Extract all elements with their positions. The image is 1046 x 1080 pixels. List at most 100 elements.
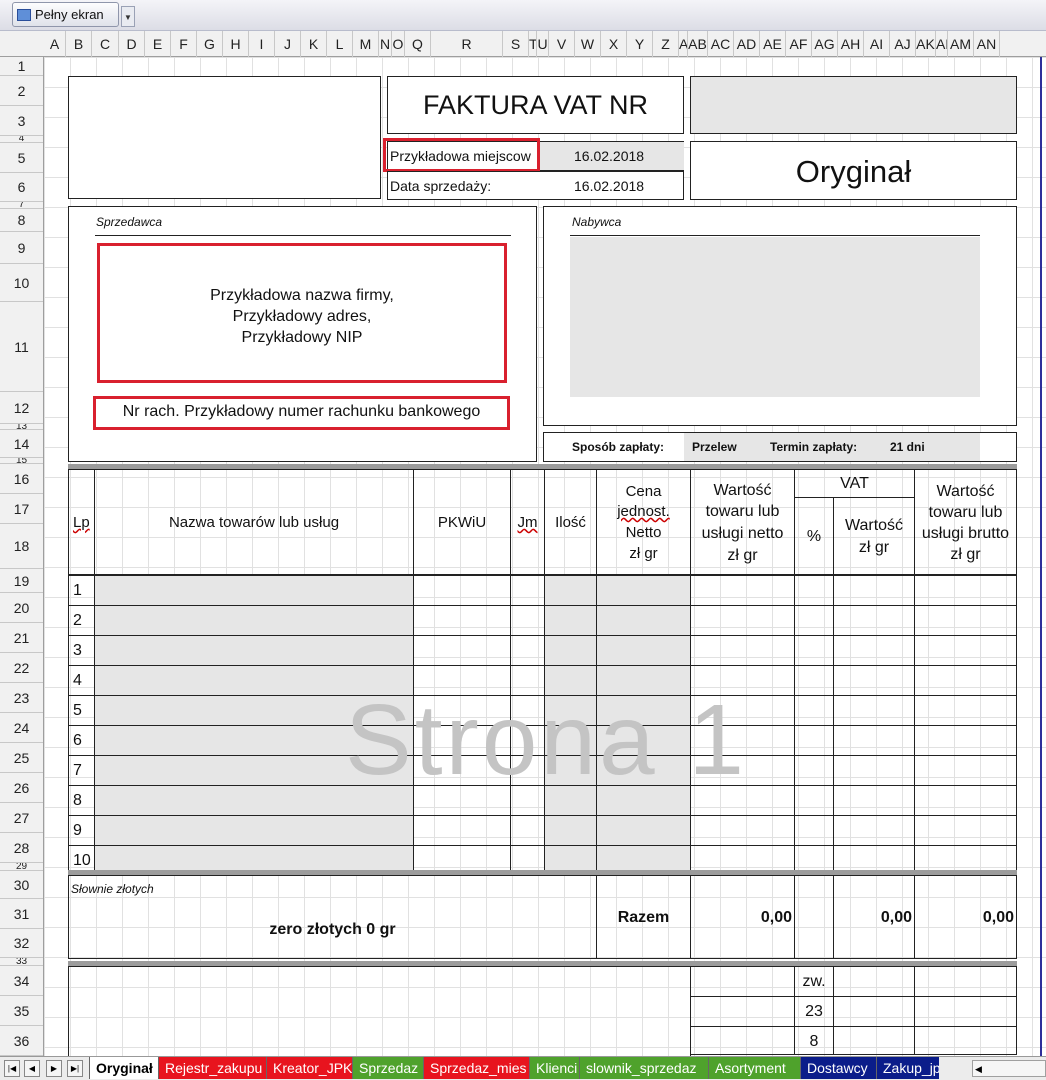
line-item-cell[interactable] — [794, 785, 834, 816]
line-item-cell[interactable] — [544, 665, 597, 696]
column-header[interactable]: AL — [936, 31, 948, 57]
seller-name[interactable]: Przykładowa nazwa firmy, — [100, 287, 504, 305]
line-item-cell[interactable] — [794, 815, 834, 846]
line-item-cell[interactable] — [94, 755, 414, 786]
line-item-cell[interactable] — [94, 725, 414, 756]
vat-rate-cell[interactable]: 23 — [794, 996, 834, 1027]
line-item-cell[interactable] — [413, 665, 511, 696]
column-header[interactable]: AA — [679, 31, 688, 57]
column-header[interactable]: R — [431, 31, 503, 57]
row-header[interactable]: 17 — [0, 494, 43, 524]
line-item-cell[interactable] — [914, 665, 1017, 696]
line-item-cell[interactable] — [914, 815, 1017, 846]
vat-breakdown-cell[interactable] — [833, 996, 915, 1027]
line-item-cell[interactable] — [833, 725, 915, 756]
column-header[interactable]: V — [549, 31, 575, 57]
payment-method[interactable]: Przelew — [692, 440, 737, 454]
line-item-cell[interactable] — [914, 575, 1017, 606]
row-header[interactable]: 23 — [0, 683, 43, 713]
line-item-cell[interactable] — [94, 575, 414, 606]
row-header[interactable]: 25 — [0, 743, 43, 773]
vat-rate-cell[interactable]: zw. — [794, 966, 834, 997]
column-header[interactable]: AK — [916, 31, 936, 57]
fullscreen-button[interactable]: Pełny ekran — [12, 2, 119, 27]
line-item-cell[interactable] — [94, 665, 414, 696]
vat-breakdown-cell[interactable] — [914, 966, 1017, 997]
column-header[interactable]: S — [503, 31, 529, 57]
line-item-cell[interactable] — [413, 725, 511, 756]
line-item-cell[interactable] — [794, 695, 834, 726]
vat-breakdown-cell[interactable] — [690, 996, 795, 1027]
row-header[interactable]: 10 — [0, 264, 43, 302]
line-item-cell[interactable] — [510, 695, 545, 726]
line-item-cell[interactable] — [690, 665, 795, 696]
line-item-cell[interactable] — [914, 635, 1017, 666]
row-header[interactable]: 2 — [0, 76, 43, 106]
vat-breakdown-cell[interactable] — [690, 966, 795, 997]
line-item-cell[interactable] — [914, 785, 1017, 816]
line-item-cell[interactable] — [544, 815, 597, 846]
row-header[interactable]: 32 — [0, 929, 43, 958]
column-header[interactable]: Q — [405, 31, 431, 57]
logo-box[interactable] — [68, 76, 381, 199]
line-item-cell[interactable] — [690, 815, 795, 846]
line-item-cell[interactable] — [544, 725, 597, 756]
row-header[interactable]: 34 — [0, 966, 43, 996]
sheet-tab[interactable]: Sprzedaz — [352, 1057, 423, 1079]
sheet-tab[interactable]: Kreator_JPK — [266, 1057, 352, 1079]
column-header[interactable]: T — [529, 31, 537, 57]
column-header[interactable]: J — [275, 31, 301, 57]
line-item-cell[interactable] — [794, 605, 834, 636]
in-words[interactable]: zero złotych 0 gr — [69, 921, 596, 939]
row-header[interactable]: 7 — [0, 202, 43, 209]
line-item-cell[interactable] — [914, 605, 1017, 636]
column-header[interactable]: Y — [627, 31, 653, 57]
row-header[interactable]: 3 — [0, 106, 43, 136]
sheet-tab[interactable]: Dostawcy — [800, 1057, 876, 1079]
vat-breakdown-cell[interactable] — [690, 1026, 795, 1055]
line-item-cell[interactable] — [833, 665, 915, 696]
column-header[interactable]: AH — [838, 31, 864, 57]
buyer-details[interactable] — [570, 237, 980, 397]
line-item-cell[interactable] — [510, 815, 545, 846]
column-header[interactable]: W — [575, 31, 601, 57]
line-item-cell[interactable] — [596, 725, 691, 756]
line-item-cell[interactable] — [690, 755, 795, 786]
line-item-cell[interactable] — [690, 695, 795, 726]
column-header[interactable]: H — [223, 31, 249, 57]
first-sheet-icon[interactable]: |◀ — [4, 1060, 20, 1077]
row-header[interactable]: 28 — [0, 833, 43, 863]
line-item-cell[interactable] — [596, 605, 691, 636]
column-header[interactable]: D — [119, 31, 145, 57]
seller-address[interactable]: Przykładowy adres, — [100, 308, 504, 326]
line-item-cell[interactable] — [413, 605, 511, 636]
column-header[interactable]: AG — [812, 31, 838, 57]
column-header[interactable]: N — [379, 31, 392, 57]
column-header[interactable]: AB — [688, 31, 708, 57]
row-header[interactable]: 31 — [0, 899, 43, 929]
column-header[interactable]: AE — [760, 31, 786, 57]
line-item-cell[interactable] — [596, 755, 691, 786]
line-item-cell[interactable] — [510, 755, 545, 786]
line-item-cell[interactable] — [794, 635, 834, 666]
row-header[interactable]: 11 — [0, 302, 43, 392]
column-header[interactable]: A — [44, 31, 66, 57]
row-header[interactable]: 9 — [0, 232, 43, 264]
row-header[interactable]: 4 — [0, 136, 43, 143]
vat-breakdown-cell[interactable] — [914, 1026, 1017, 1055]
line-item-cell[interactable] — [94, 605, 414, 636]
row-header[interactable]: 16 — [0, 464, 43, 494]
row-header[interactable]: 6 — [0, 173, 43, 202]
line-item-cell[interactable] — [544, 695, 597, 726]
row-header[interactable]: 1 — [0, 57, 43, 76]
line-item-cell[interactable] — [690, 605, 795, 636]
copy-type[interactable]: Oryginał — [691, 154, 1016, 190]
payment-term[interactable]: 21 dni — [890, 440, 925, 454]
bank-account[interactable]: Nr rach. Przykładowy numer rachunku bank… — [96, 403, 507, 421]
invoice-number-box[interactable] — [690, 76, 1017, 134]
line-item-cell[interactable] — [94, 635, 414, 666]
line-item-cell[interactable] — [596, 785, 691, 816]
row-header[interactable]: 21 — [0, 623, 43, 653]
column-header[interactable]: AI — [864, 31, 890, 57]
line-item-cell[interactable] — [510, 575, 545, 606]
